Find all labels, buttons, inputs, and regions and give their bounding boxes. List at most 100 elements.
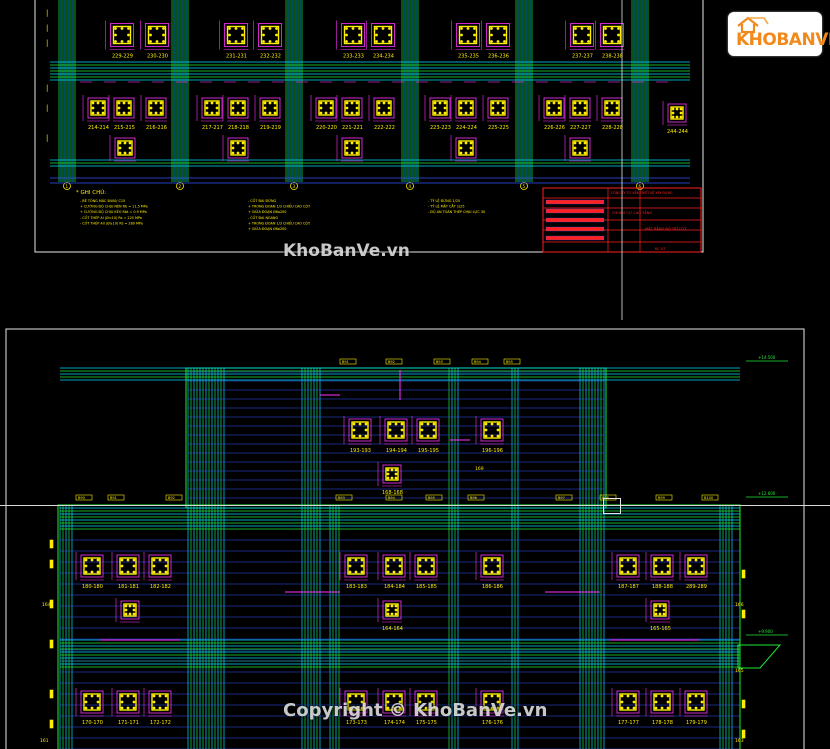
drawing-viewport[interactable]: 1 2 3 4 5 6 229-229 230-230 231-231 232-232 233-23… [0, 0, 830, 749]
section-label: 165-165 [650, 626, 671, 632]
rebar-dot [128, 612, 132, 616]
rebar-dot [433, 101, 437, 105]
level-label: +9.900 [758, 629, 773, 634]
rebar-dot [496, 570, 500, 574]
rebar-dot [164, 570, 168, 574]
khobanve-logo: KHOBANVE [728, 12, 830, 56]
rebar-dot [501, 101, 505, 105]
rebar-dot [377, 101, 381, 105]
rebar-dot [605, 111, 609, 115]
rebar-dot [375, 33, 378, 37]
rebar-dot [350, 101, 354, 105]
rebar-dot [241, 40, 244, 43]
rebar-dot [666, 570, 670, 574]
section-label: 215-215 [114, 125, 135, 131]
section-label: 179-179 [686, 720, 707, 726]
rebar-dot [466, 40, 470, 43]
rebar-dot [418, 694, 422, 698]
rebar-dot [120, 558, 124, 562]
rebar-dot [484, 694, 488, 698]
cad-drawing-canvas[interactable]: 1 2 3 4 5 6229-229 230-230 231-231 232-232 233-23… [0, 0, 830, 749]
rebar-dot [394, 468, 398, 472]
rebar-dot [632, 706, 636, 710]
beam-tag-label: B91 [110, 496, 117, 500]
rebar-dot [679, 107, 683, 111]
rebar-dot [484, 428, 488, 432]
rebar-dot [382, 101, 386, 105]
beam-tag-label: B94 [474, 360, 482, 364]
column-section: 171-171 [111, 688, 140, 726]
column-section: 182-182 [143, 552, 172, 590]
rebar-dot [679, 115, 683, 119]
rebar-dot [128, 151, 132, 155]
rebar-dot [632, 564, 636, 568]
rebar-dot [152, 570, 156, 574]
section-label: 238-238 [602, 54, 623, 60]
column-section: 164-164 [377, 598, 403, 632]
rebar-dot [496, 422, 500, 426]
rebar-dot [394, 434, 398, 438]
rebar-dot [496, 40, 500, 43]
rebar-dot [345, 33, 348, 37]
rebar-dot [469, 141, 473, 145]
rebar-dot [275, 40, 278, 43]
rebar-dot [164, 706, 168, 710]
section-label: 194-194 [386, 448, 407, 454]
section-label: 223-223 [430, 125, 451, 131]
rebar-dot [443, 106, 447, 110]
rebar-dot [688, 570, 692, 574]
rebar-dot [390, 476, 394, 480]
rebar-dot [617, 33, 620, 37]
column-section: 234-234 [366, 20, 396, 60]
column-section: 177-177 [611, 688, 640, 726]
rebar-dot [128, 604, 132, 608]
rebar-dot [688, 700, 692, 704]
axis-label: 4 [409, 184, 412, 189]
rebar-dot [574, 40, 577, 43]
rebar-dot [700, 706, 704, 710]
rebar-dot [120, 564, 124, 568]
rebar-dot [158, 694, 162, 698]
rebar-dot [117, 106, 121, 110]
rebar-dot [159, 106, 163, 110]
rebar-dot [84, 564, 88, 568]
rebar-dot [360, 558, 364, 562]
rebar-dot [398, 570, 402, 574]
rebar-dot [420, 434, 424, 438]
rebar-dot [580, 40, 584, 43]
section-label: 222-222 [374, 125, 395, 131]
rebar-dot [459, 146, 463, 150]
beam-tag-label: B96 [470, 496, 477, 500]
rebar-dot [573, 141, 577, 145]
rebar-dot [127, 106, 131, 110]
title-text-bar [545, 208, 605, 214]
column-section [336, 135, 363, 162]
rebar-dot [234, 27, 238, 30]
rebar-dot [438, 111, 442, 115]
rebar-dot [96, 694, 100, 698]
rebar-dot [626, 694, 630, 698]
rebar-dot [132, 564, 136, 568]
rebar-dot [118, 146, 122, 150]
edge-mark: | [46, 39, 48, 47]
rebar-dot [358, 40, 361, 43]
rebar-dot [164, 700, 168, 704]
rebar-dot [626, 558, 630, 562]
rebar-dot [387, 101, 391, 105]
rebar-dot [162, 33, 165, 37]
rebar-dot [124, 608, 128, 612]
edge-tick [49, 689, 54, 699]
rebar-dot [694, 558, 698, 562]
rebar-dot [573, 151, 577, 155]
rebar-dot [386, 468, 390, 472]
rebar-dot [360, 564, 364, 568]
column-section: 225-225 [482, 95, 509, 131]
note-line: - CỐT ĐAI ĐỨNG [248, 198, 277, 203]
rebar-dot [84, 558, 88, 562]
rebar-dot [632, 558, 636, 562]
axis-label: 2 [179, 184, 182, 189]
edge-tick [49, 719, 54, 729]
edge-mark: | [46, 104, 48, 112]
small-tag: 169 [475, 466, 484, 472]
rebar-dot [364, 428, 368, 432]
